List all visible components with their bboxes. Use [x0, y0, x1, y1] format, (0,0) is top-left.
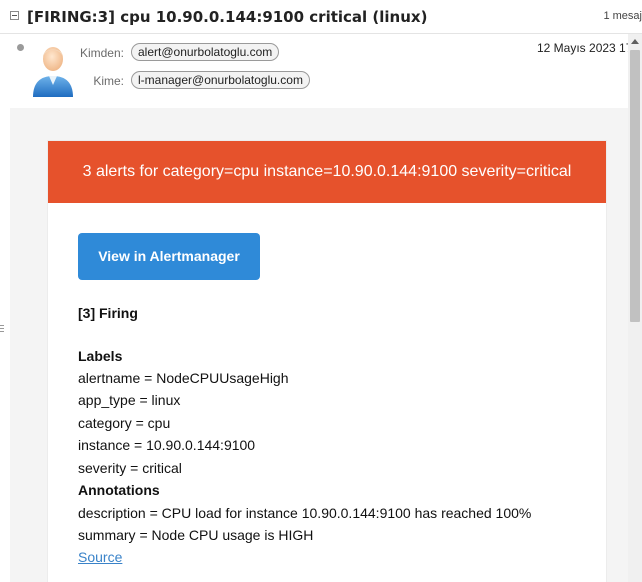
- firing-heading: [3] Firing: [78, 305, 138, 321]
- annotation-line: summary = Node CPU usage is HIGH: [78, 527, 314, 543]
- message-date: 12 Mayıs 2023 17: [537, 41, 633, 55]
- labels-heading: Labels: [78, 348, 123, 364]
- email-body: 3 alerts for category=cpu instance=10.90…: [10, 108, 628, 582]
- label-line: severity = critical: [78, 460, 182, 476]
- label-line: alertname = NodeCPUUsageHigh: [78, 370, 289, 386]
- message-count: 1 mesaj: [603, 10, 642, 22]
- scroll-up-arrow-icon[interactable]: [628, 34, 642, 48]
- email-card: 3 alerts for category=cpu instance=10.90…: [48, 141, 606, 582]
- annotation-line: description = CPU load for instance 10.9…: [78, 505, 532, 521]
- unread-dot-icon: [17, 44, 24, 51]
- annotations-heading: Annotations: [78, 482, 160, 498]
- alert-banner: 3 alerts for category=cpu instance=10.90…: [48, 141, 606, 203]
- label-line: category = cpu: [78, 415, 171, 431]
- splitter-handle[interactable]: [0, 325, 4, 339]
- collapse-icon[interactable]: [10, 11, 19, 20]
- user-avatar-icon: [33, 47, 73, 97]
- from-label: Kimden:: [79, 46, 124, 60]
- label-line: instance = 10.90.0.144:9100: [78, 437, 256, 453]
- source-link-line: Source: [78, 549, 122, 565]
- label-line: app_type = linux: [78, 392, 181, 408]
- message-header: Kimden: alert@onurbolatoglu.com Kime: l-…: [0, 34, 632, 108]
- to-address[interactable]: l-manager@onurbolatoglu.com: [131, 71, 310, 89]
- scrollbar-thumb[interactable]: [630, 50, 640, 322]
- from-address[interactable]: alert@onurbolatoglu.com: [131, 43, 280, 61]
- thread-header: [FIRING:3] cpu 10.90.0.144:9100 critical…: [0, 0, 642, 34]
- thread-subject: [FIRING:3] cpu 10.90.0.144:9100 critical…: [27, 8, 428, 26]
- view-in-alertmanager-button[interactable]: View in Alertmanager: [78, 233, 260, 280]
- scrollbar[interactable]: [628, 34, 642, 582]
- to-label: Kime:: [93, 74, 124, 88]
- source-link[interactable]: Source: [78, 549, 122, 565]
